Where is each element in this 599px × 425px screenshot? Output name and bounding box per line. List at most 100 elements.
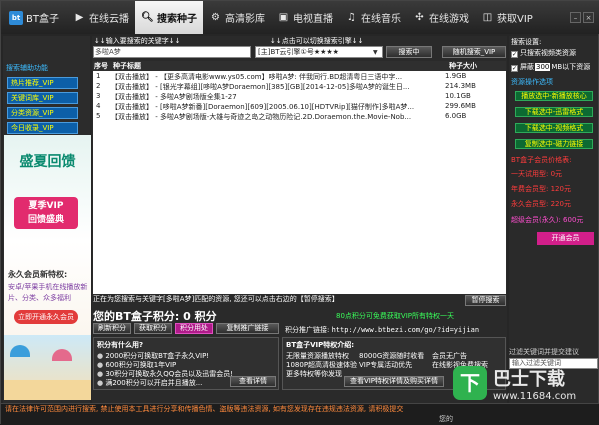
tab-label: 在线游戏 [429, 14, 469, 25]
points-promo: 80点积分可免费获取VIP所有特权一天 [336, 312, 454, 320]
table-row[interactable]: 3 【双击播放】 - 多啦A梦剧场版全集1-27 10.1GB [93, 92, 506, 102]
list-item: 无限量资源播放特权 [286, 352, 349, 360]
engine-selected: [主]BT云引擎①号★★★★ [258, 48, 339, 56]
gear-film-icon: ⚙ [211, 11, 220, 23]
minimize-icon[interactable]: – [570, 12, 581, 23]
right-panel: 搜索设置: ✓ 只搜索视频类资源 ✓ 屏蔽 300 MB以下资源 资源操作选项 播放选中… [509, 36, 598, 403]
fan-game-icon: ✣ [415, 11, 424, 23]
get-points-button[interactable]: 获取积分 [134, 323, 172, 334]
view-details-button[interactable]: 查看详情 [230, 376, 276, 387]
tab-online-music[interactable]: ♫ 在线音乐 [339, 1, 407, 34]
sidebar-item-today[interactable]: 今日收录_VIP [7, 122, 78, 134]
checkbox-checked-icon[interactable]: ✓ [511, 51, 518, 58]
window-controls: – × [570, 12, 599, 23]
video-only-option[interactable]: ✓ 只搜索视频类资源 [511, 48, 576, 58]
chevron-down-icon: ▼ [373, 49, 378, 56]
points-usage-title: 积分有什么用? [97, 341, 144, 349]
col-size: 种子大小 [449, 62, 477, 70]
random-search-button[interactable]: 随机搜索_VIP [442, 46, 506, 58]
tab-label: 在线云播 [89, 14, 129, 25]
promo-join-button[interactable]: 立即开通永久会员 [14, 310, 78, 324]
beach-illustration [4, 335, 91, 400]
size-threshold-input[interactable]: 300 [535, 63, 551, 71]
close-icon[interactable]: × [583, 12, 594, 23]
tab-label: 获取VIP [497, 14, 533, 25]
option-label: 屏蔽 [520, 63, 534, 71]
table-row[interactable]: 5 【双击播放】 - 多啦A梦剧场版-大雄与奇迹之岛之动物历险记.2D.Dorae… [93, 112, 506, 122]
bt-logo-icon: bt [9, 10, 23, 25]
share-label: 积分推广链接: [285, 326, 330, 334]
search-button[interactable]: 搜索中 [386, 46, 432, 58]
refresh-points-button[interactable]: 刷新积分 [93, 323, 131, 334]
search-icon: 🔍︎ [141, 11, 154, 23]
tv-icon: ▣ [278, 11, 289, 23]
sidebar-item-hot[interactable]: 热片推荐_VIP [7, 77, 78, 89]
app-window: bt BT盒子 ▶ 在线云播 🔍︎ 搜索种子 ⚙ 高清影库 ▣ 电视直播 ♫ 在线音乐 ✣… [0, 0, 599, 425]
left-sidebar: 搜索辅助功能 热片推荐_VIP 关键词库_VIP 分类资源_VIP 今日收录_V… [3, 36, 91, 403]
tab-hd-library[interactable]: ⚙ 高清影库 [203, 1, 271, 34]
tab-online-game[interactable]: ✣ 在线游戏 [407, 1, 475, 34]
cloud-play-icon: ▶ [75, 11, 84, 23]
option-label: 只搜索视频类资源 [520, 49, 576, 57]
promo-subtitle: 永久会员新特权: [8, 270, 68, 279]
site-watermark: 下 巴士下载 www.11684.com [453, 351, 599, 415]
ops-title: 资源操作选项 [511, 78, 553, 86]
search-hints: ↓↓输入要搜索的关键字↓↓ ↓↓点击可以切换搜索引擎↓↓ [92, 36, 507, 46]
promo-vip-line2: 回馈盛典 [27, 215, 64, 225]
engine-hint: ↓↓点击可以切换搜索引擎↓↓ [270, 37, 364, 45]
copy-link-button[interactable]: 复制推广链接 [216, 323, 279, 334]
share-link: 积分推广链接: http://www.btbezi.com/go/?id=yij… [285, 325, 506, 335]
search-status: 正在为您搜索与关键字[多啦A梦]匹配的资源, 您还可以点击右边的【暂停搜索】 [93, 295, 339, 303]
engine-select[interactable]: [主]BT云引擎①号★★★★ ▼ [255, 46, 383, 58]
top-navbar: bt BT盒子 ▶ 在线云播 🔍︎ 搜索种子 ⚙ 高清影库 ▣ 电视直播 ♫ 在线音乐 ✣… [1, 1, 599, 34]
price-item: 一天试用型: 0元 [511, 170, 563, 178]
pause-search-button[interactable]: 暂停搜索 [465, 295, 506, 306]
share-url[interactable]: http://www.btbezi.com/go/?id=yijian [332, 326, 480, 334]
download-thunder-button[interactable]: 下载选中-迅雷格式 [515, 107, 593, 117]
watermark-url: www.11684.com [493, 390, 577, 402]
promo-banner[interactable]: 盛夏回馈 夏季VIP 回馈盛典 永久会员新特权: 安卓/苹果手机在线播放新片、分… [4, 135, 91, 400]
tab-tv-live[interactable]: ▣ 电视直播 [271, 1, 339, 34]
play-selected-button[interactable]: 播放选中-新播放核心 [515, 91, 593, 101]
person-music-icon: ♫ [347, 11, 356, 23]
vip-features-title: BT盒子VIP特权介绍: [286, 341, 355, 349]
search-input[interactable]: 多啦A梦 [93, 46, 251, 58]
promo-vip-line1: 夏季VIP [28, 201, 64, 211]
promo-description: 安卓/苹果手机在线播放新片、分类、众多福利 [8, 283, 88, 302]
sidebar-item-keywords[interactable]: 关键词库_VIP [7, 92, 78, 104]
promo-title: 盛夏回馈 [19, 154, 76, 170]
checkbox-checked-icon[interactable]: ✓ [511, 65, 518, 72]
tab-cloud-play[interactable]: ▶ 在线云播 [67, 1, 135, 34]
table-row[interactable]: 1 【双击播放】 - 【更多高清电影www.ys05.com】哆啦A梦: 伴我同行… [93, 72, 506, 82]
table-row[interactable]: 4 【双击播放】 - [哆啦A梦新番][Doraemon][609][2005.0… [93, 102, 506, 112]
table-row[interactable]: 2 【双击播放】 - [银光字幕组][哆啦A梦Doraemon][385][GB]… [93, 82, 506, 92]
list-item: 1080P超高清极速体验 [286, 361, 358, 369]
list-item: 8000G资源随时收看 [359, 352, 425, 360]
tab-get-vip[interactable]: ◫ 获取VIP [475, 1, 539, 34]
watermark-title: 巴士下载 [493, 368, 565, 390]
size-filter-option[interactable]: ✓ 屏蔽 300 MB以下资源 [511, 62, 590, 72]
tab-label: 电视直播 [293, 14, 333, 25]
download-logo-icon: 下 [453, 366, 487, 400]
tab-label: 搜索种子 [157, 14, 197, 25]
price-item: 年费会员型: 120元 [511, 185, 571, 193]
price-title: BT盒子会员价格表: [511, 156, 572, 164]
points-usage-button[interactable]: 积分用处 [175, 323, 213, 334]
tab-search-seed[interactable]: 🔍︎ 搜索种子 [135, 1, 203, 34]
points-label: 您的BT盒子积分: 0 积分 [93, 310, 217, 323]
tab-label: 在线音乐 [361, 14, 401, 25]
price-item: 超级会员(永久): 600元 [511, 216, 584, 224]
legal-warning: 请在法律许可范围内进行搜索, 禁止使用本工具进行分享和传播色情、盗版等违法资源,… [5, 405, 404, 413]
sidebar-title: 搜索辅助功能 [6, 64, 48, 72]
results-table[interactable]: 1 【双击播放】 - 【更多高清电影www.ys05.com】哆啦A梦: 伴我同行… [93, 71, 506, 294]
app-logo-text: BT盒子 [26, 14, 59, 25]
sidebar-item-category[interactable]: 分类资源_VIP [7, 107, 78, 119]
umbrella-icon [52, 349, 72, 361]
download-video-button[interactable]: 下载选中-视频格式 [515, 123, 593, 133]
list-item: 600积分可换取1年VIP [97, 361, 278, 370]
vip-details-button[interactable]: 查看VIP特权详情及购买详情 [344, 376, 444, 387]
copy-magnet-button[interactable]: 复制选中-磁力链接 [515, 139, 593, 149]
col-title: 种子标题 [113, 62, 141, 70]
open-vip-button[interactable]: 开通会员 [537, 232, 594, 245]
search-panel: ↓↓输入要搜索的关键字↓↓ ↓↓点击可以切换搜索引擎↓↓ 多啦A梦 [主]BT云… [92, 36, 507, 403]
